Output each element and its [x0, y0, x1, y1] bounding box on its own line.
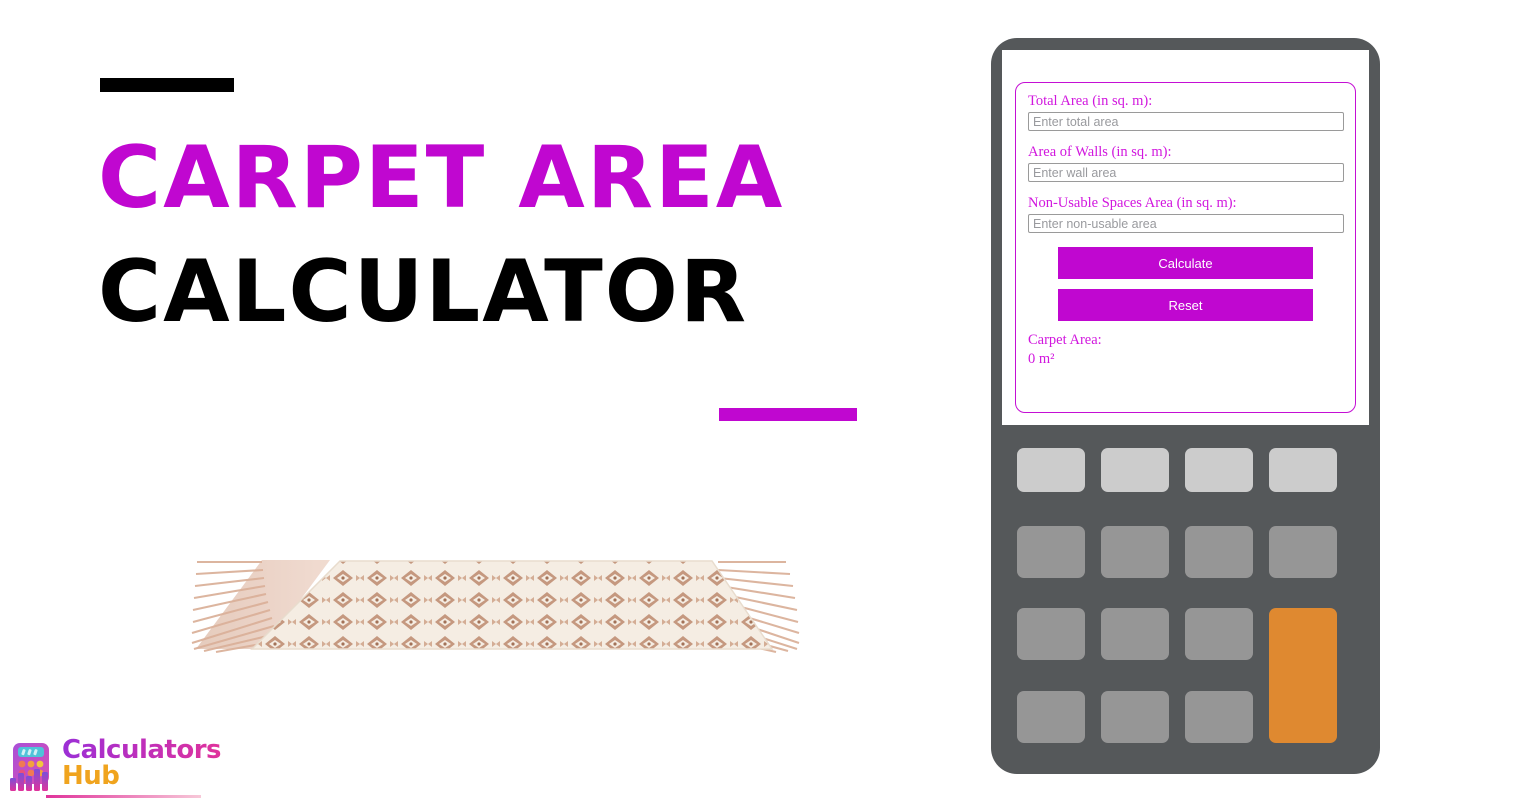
label-wall-area: Area of Walls (in sq. m): [1028, 144, 1172, 161]
keypad-key-r1c3[interactable] [1185, 448, 1253, 492]
calculator-bars-logo-icon [8, 740, 60, 792]
keypad-key-r3c1[interactable] [1017, 608, 1085, 660]
keypad-key-r1c2[interactable] [1101, 448, 1169, 492]
carpet-area-form-panel: Total Area (in sq. m): Area of Walls (in… [1015, 82, 1356, 413]
keypad-key-r1c4[interactable] [1269, 448, 1337, 492]
keypad-key-r4c3[interactable] [1185, 691, 1253, 743]
field-group-total-area: Total Area (in sq. m): [1028, 92, 1344, 132]
brand-logo-text: Calculators Hub [62, 737, 222, 792]
calculate-button[interactable]: Calculate [1058, 247, 1313, 280]
keypad-key-r2c1[interactable] [1017, 526, 1085, 578]
keypad-key-r1c1[interactable] [1017, 448, 1085, 492]
result-block: Carpet Area: 0 m² [1028, 331, 1343, 368]
result-label: Carpet Area: [1028, 332, 1102, 349]
result-value: 0 m² [1028, 350, 1055, 367]
field-group-wall-area: Area of Walls (in sq. m): [1028, 143, 1344, 183]
page-title-line-1: Carpet Area [98, 128, 785, 228]
field-group-non-usable-area: Non-Usable Spaces Area (in sq. m): [1028, 194, 1344, 234]
keypad-key-r2c4[interactable] [1269, 526, 1337, 578]
input-wall-area[interactable] [1028, 163, 1344, 183]
calculator-screen: Total Area (in sq. m): Area of Walls (in… [1002, 50, 1369, 425]
keypad-key-r4c1[interactable] [1017, 691, 1085, 743]
keypad-key-r3c3[interactable] [1185, 608, 1253, 660]
reset-button[interactable]: Reset [1058, 289, 1313, 322]
input-total-area[interactable] [1028, 112, 1344, 132]
input-non-usable-area[interactable] [1028, 214, 1344, 234]
keypad-key-accent-equals[interactable] [1269, 608, 1337, 743]
keypad-key-r2c3[interactable] [1185, 526, 1253, 578]
keypad-key-r4c2[interactable] [1101, 691, 1169, 743]
brand-logo-underline [46, 795, 201, 798]
label-total-area: Total Area (in sq. m): [1028, 93, 1153, 109]
calculator-keypad [1017, 448, 1354, 748]
keypad-key-r3c2[interactable] [1101, 608, 1169, 660]
page-root: Carpet Area Calculator [0, 0, 1520, 800]
label-non-usable-area: Non-Usable Spaces Area (in sq. m): [1028, 195, 1237, 212]
keypad-key-r2c2[interactable] [1101, 526, 1169, 578]
calculator-device: Total Area (in sq. m): Area of Walls (in… [991, 38, 1380, 774]
accent-bar-bottom [719, 408, 857, 421]
brand-logo[interactable]: Calculators Hub [8, 737, 222, 798]
brand-logo-word-2: Hub [62, 761, 120, 792]
carpet-illustration [190, 545, 802, 657]
page-title-line-2: Calculator [98, 242, 749, 342]
accent-bar-top [100, 78, 234, 92]
page-title: Carpet Area Calculator [98, 135, 858, 335]
